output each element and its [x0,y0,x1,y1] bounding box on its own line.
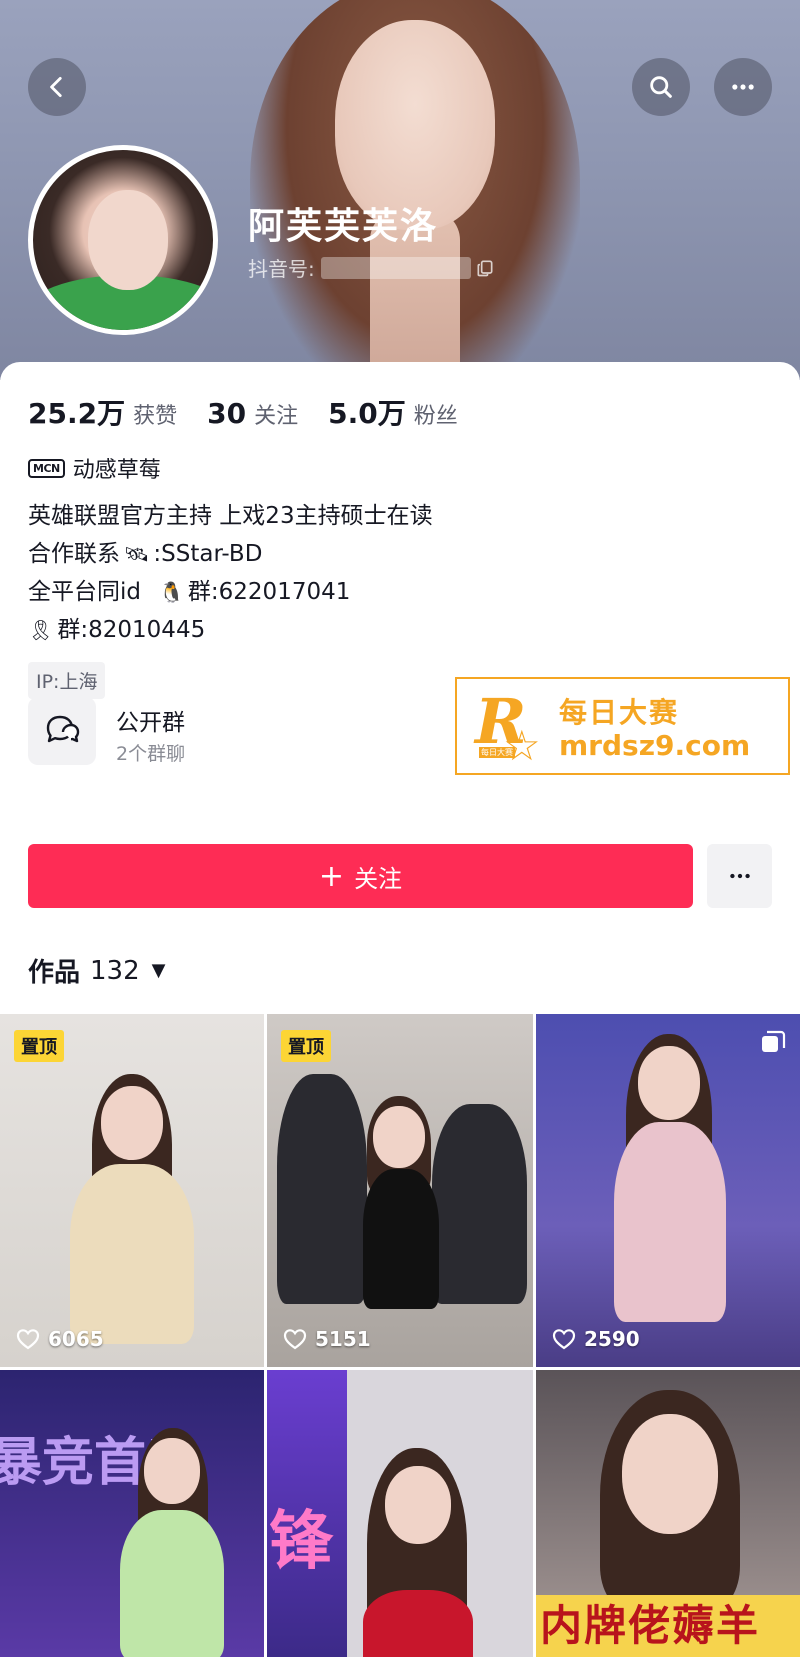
group-title: 公开群 [116,710,185,736]
search-button[interactable] [632,58,690,116]
video-tile[interactable]: 锋 [267,1370,533,1657]
bio-line-3-suffix: 群:622017041 [187,579,351,605]
more-options-button[interactable] [714,58,772,116]
satellite-emoji-icon: 🛰 [124,542,150,566]
video-tile[interactable]: 内牌佬薅羊 [536,1370,800,1657]
douyin-id[interactable]: 抖音号: [248,253,495,282]
back-icon [50,76,62,98]
mcn-row[interactable]: MCN 动感草莓 [28,452,161,484]
video-tile[interactable]: 置顶 6065 [0,1014,264,1367]
mcn-name: 动感草莓 [72,458,161,483]
tile-person-head [622,1414,718,1534]
more-icon [729,873,750,879]
stat-likes: 25.2万 获赞 [28,392,177,432]
works-tab[interactable]: 作品 132 ▼ [28,952,166,989]
tile-person-dress [363,1590,473,1657]
stat-followers-value: 5.0万 [328,397,406,430]
caret-down-icon: ▼ [151,960,166,981]
public-group-entry[interactable]: 公开群 2个群聊 [28,697,408,767]
profile-cover: 阿芙芙芙洛 抖音号: [0,0,800,380]
chat-group-icon [46,715,80,743]
stat-following-label: 关注 [254,404,299,429]
video-grid: 置顶 6065 置顶 5151 2590 暴竞首秀 锋 内牌佬薅羊 [0,1014,800,1657]
bio-line-3-prefix: 全平台同id [28,579,141,605]
tile-person-dress [70,1164,194,1344]
heart-icon [552,1329,576,1350]
stat-following-value: 30 [207,397,247,430]
heart-icon [283,1329,307,1350]
promo-watermark: R ☆ 每日大赛 每日大赛 mrdsz9.com [455,677,790,775]
more-actions-button[interactable] [707,844,772,908]
tile-person-right [432,1104,527,1304]
pinned-badge: 置顶 [14,1030,64,1062]
tile-person-left [277,1074,367,1304]
video-likes-count: 5151 [315,1327,371,1351]
heart-icon [16,1329,40,1350]
back-button[interactable] [28,58,86,116]
search-icon [650,76,672,98]
tile-sign-text: 内牌佬薅羊 [536,1595,800,1657]
bio-line-1: 英雄联盟官方主持 上戏23主持硕士在读 [28,503,433,529]
tile-banner-text: 锋 [269,1505,333,1579]
follow-button[interactable]: + 关注 [28,844,693,908]
video-tile[interactable]: 2590 [536,1014,800,1367]
tile-person-dress [363,1169,439,1309]
video-likes: 2590 [552,1327,640,1351]
group-icon-box [28,697,96,765]
bio: 英雄联盟官方主持 上戏23主持硕士在读 合作联系 🛰 :SStar-BD 全平台… [28,497,433,649]
stat-followers[interactable]: 5.0万 粉丝 [328,392,458,432]
penguin-emoji-icon: 🐧 [159,580,184,604]
cover-photo [250,0,580,380]
follow-label: 关注 [354,864,403,893]
video-likes-count: 6065 [48,1327,104,1351]
tile-person-head [101,1086,163,1160]
video-tile[interactable]: 置顶 5151 [267,1014,533,1367]
stat-likes-label: 获赞 [133,404,178,429]
pinned-badge: 置顶 [281,1030,331,1062]
bio-line-2-suffix: :SStar-BD [153,541,263,567]
ribbon-emoji-icon: 🎗 [28,618,54,642]
avatar[interactable] [28,145,218,335]
tile-person-dress [614,1122,726,1322]
stats-row: 25.2万 获赞 30 关注 5.0万 粉丝 [28,392,488,432]
bio-line-3: 全平台同id 🐧 群:622017041 [28,573,433,611]
promo-logo-small: 每日大赛 [479,747,515,758]
video-likes-count: 2590 [584,1327,640,1351]
multi-image-icon [762,1030,786,1052]
tile-person-head [385,1466,451,1544]
video-likes: 5151 [283,1327,371,1351]
tile-person-dress [120,1510,224,1657]
promo-title: 每日大赛 [559,696,680,729]
bio-line-4: 🎗 群:82010445 [28,611,433,649]
stat-followers-label: 粉丝 [413,404,458,429]
ip-location-tag: IP:上海 [28,662,106,699]
group-subtitle: 2个群聊 [116,743,186,765]
stat-likes-value: 25.2万 [28,397,126,430]
bio-line-2: 合作联系 🛰 :SStar-BD [28,535,433,573]
mcn-badge: MCN [28,458,65,478]
stat-following[interactable]: 30 关注 [207,397,298,430]
bio-line-2-prefix: 合作联系 [28,541,120,567]
bio-line-4-suffix: 群:82010445 [57,617,206,643]
video-likes: 6065 [16,1327,104,1351]
plus-icon: + [318,858,345,894]
copy-icon[interactable] [475,258,495,278]
more-icon [732,84,754,90]
promo-logo: R ☆ 每日大赛 [475,685,545,770]
promo-url: mrdsz9.com [559,729,751,762]
tile-person-head [638,1046,700,1120]
douyin-id-redacted [320,256,471,279]
video-tile[interactable]: 暴竞首秀 [0,1370,264,1657]
username: 阿芙芙芙洛 [248,206,439,247]
works-count: 132 [90,955,140,986]
star-icon: ☆ [503,721,541,770]
works-label: 作品 [28,958,81,988]
tile-person-head [144,1438,200,1504]
douyin-id-label: 抖音号: [248,257,315,281]
tile-person-head [373,1106,425,1168]
avatar-face [88,190,168,290]
